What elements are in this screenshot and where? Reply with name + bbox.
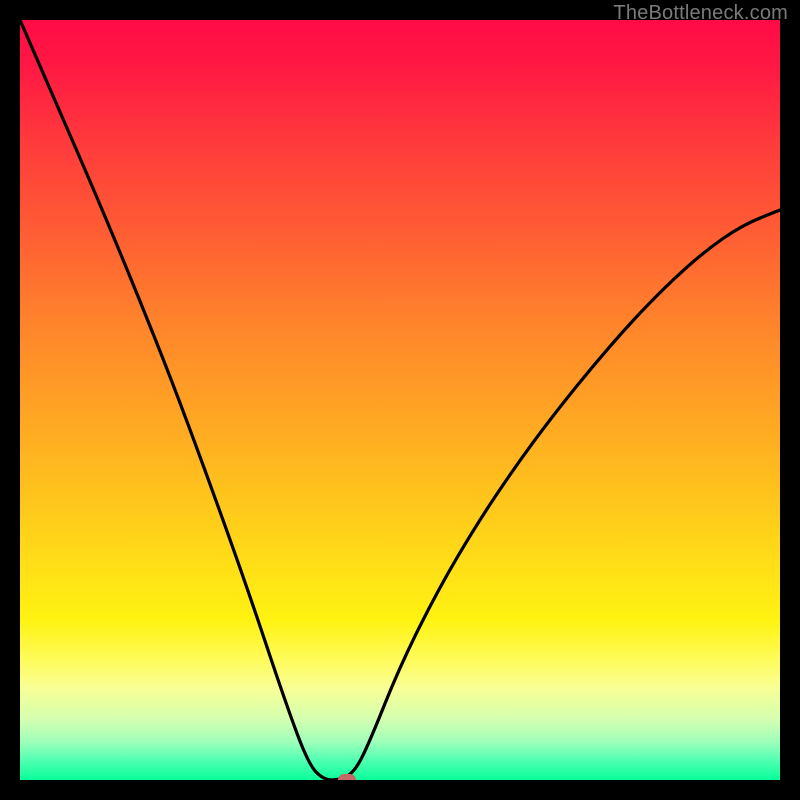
curve-path — [20, 20, 780, 780]
optimal-point-marker — [338, 774, 356, 780]
plot-area — [20, 20, 780, 780]
chart-frame: TheBottleneck.com — [0, 0, 800, 800]
watermark-text: TheBottleneck.com — [613, 2, 788, 25]
bottleneck-curve — [20, 20, 780, 780]
